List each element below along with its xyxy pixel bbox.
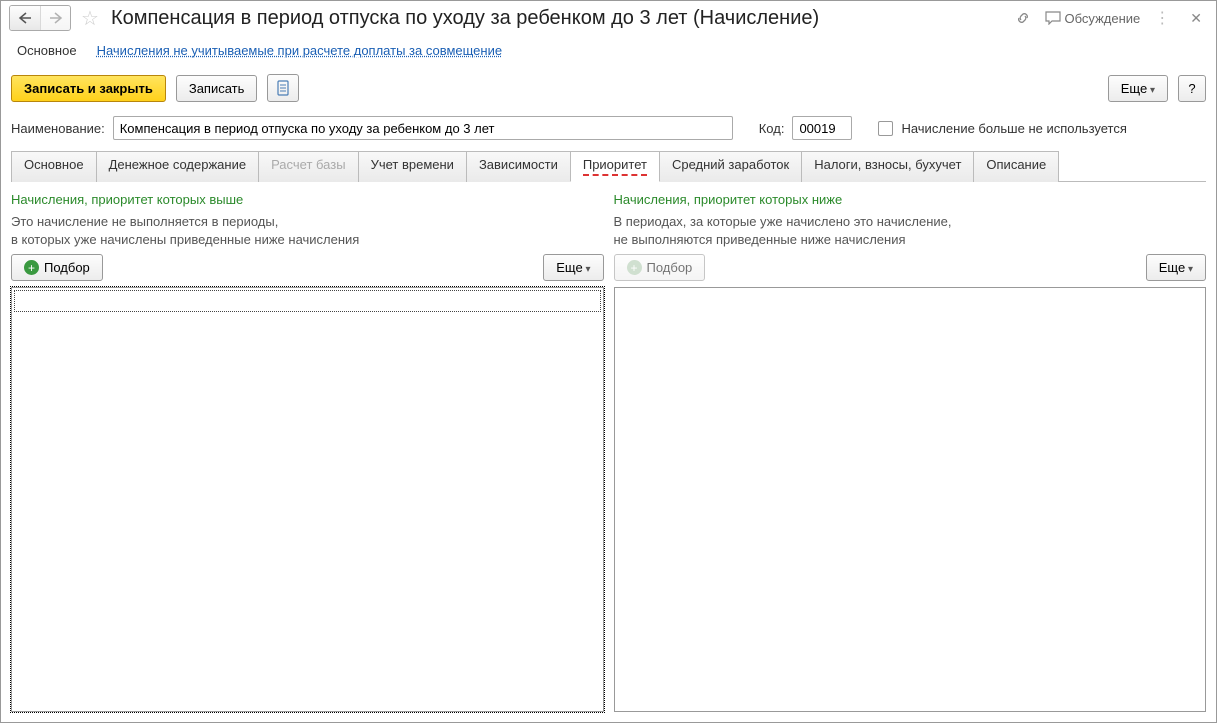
tab-priority[interactable]: Приоритет (570, 151, 660, 182)
higher-more-button[interactable]: Еще (543, 254, 603, 281)
help-button[interactable]: ? (1178, 75, 1206, 102)
lower-pick-button: + Подбор (614, 254, 706, 281)
lower-priority-list[interactable] (614, 287, 1207, 712)
tab-main[interactable]: Основное (11, 151, 97, 182)
toolbar: Записать и закрыть Записать Еще ? (1, 70, 1216, 110)
nav-back-button[interactable] (10, 6, 40, 30)
discussion-label: Обсуждение (1065, 11, 1141, 26)
code-label: Код: (759, 121, 785, 136)
tab-description[interactable]: Описание (973, 151, 1059, 182)
lower-more-button[interactable]: Еще (1146, 254, 1206, 281)
higher-pick-button[interactable]: + Подбор (11, 254, 103, 281)
priority-content: Начисления, приоритет которых выше Это н… (1, 182, 1216, 722)
toolbar-more-button[interactable]: Еще (1108, 75, 1168, 102)
page-title: Компенсация в период отпуска по уходу за… (111, 7, 1009, 30)
link-icon[interactable] (1015, 10, 1031, 26)
tab-base-calc: Расчет базы (258, 151, 359, 182)
favorite-star-icon[interactable]: ☆ (81, 6, 99, 31)
save-button[interactable]: Записать (176, 75, 258, 102)
close-button[interactable]: ✕ (1184, 10, 1208, 27)
subnav: Основное Начисления не учитываемые при р… (1, 35, 1216, 70)
app-window: ☆ Компенсация в период отпуска по уходу … (0, 0, 1217, 723)
name-field[interactable] (113, 116, 733, 140)
deprecated-label: Начисление больше не используется (901, 121, 1126, 136)
higher-priority-panel: Начисления, приоритет которых выше Это н… (11, 192, 604, 712)
lower-priority-toolbar: + Подбор Еще (614, 254, 1207, 281)
arrow-right-icon (49, 12, 63, 24)
chat-icon (1045, 11, 1061, 25)
code-field[interactable] (792, 116, 852, 140)
lower-priority-desc: В периодах, за которые уже начислено это… (614, 213, 1207, 248)
kebab-menu-icon[interactable]: ⋮ (1154, 8, 1170, 28)
nav-forward-button (40, 6, 70, 30)
higher-priority-list[interactable] (11, 287, 604, 712)
form-row: Наименование: Код: Начисление больше не … (1, 110, 1216, 150)
plus-icon: + (24, 260, 39, 275)
higher-priority-toolbar: + Подбор Еще (11, 254, 604, 281)
subnav-main[interactable]: Основное (17, 43, 77, 58)
tab-taxes-accounting[interactable]: Налоги, взносы, бухучет (801, 151, 974, 182)
tab-dependencies[interactable]: Зависимости (466, 151, 571, 182)
tab-time-tracking[interactable]: Учет времени (358, 151, 467, 182)
nav-buttons (9, 5, 71, 31)
name-label: Наименование: (11, 121, 105, 136)
tab-money-content[interactable]: Денежное содержание (96, 151, 259, 182)
titlebar: ☆ Компенсация в период отпуска по уходу … (1, 1, 1216, 35)
deprecated-checkbox[interactable] (878, 121, 893, 136)
document-icon (276, 80, 290, 96)
lower-priority-title: Начисления, приоритет которых ниже (614, 192, 1207, 207)
arrow-left-icon (18, 12, 32, 24)
lower-priority-panel: Начисления, приоритет которых ниже В пер… (614, 192, 1207, 712)
plus-icon: + (627, 260, 642, 275)
subnav-extra-link[interactable]: Начисления не учитываемые при расчете до… (97, 43, 503, 58)
tab-average-earnings[interactable]: Средний заработок (659, 151, 802, 182)
discussion-button[interactable]: Обсуждение (1045, 11, 1141, 26)
save-and-close-button[interactable]: Записать и закрыть (11, 75, 166, 102)
tabs: Основное Денежное содержание Расчет базы… (11, 150, 1206, 182)
higher-priority-title: Начисления, приоритет которых выше (11, 192, 604, 207)
higher-priority-desc: Это начисление не выполняется в периоды,… (11, 213, 604, 248)
list-item[interactable] (14, 290, 601, 312)
document-properties-button[interactable] (267, 74, 299, 102)
title-actions: Обсуждение ⋮ ✕ (1015, 8, 1208, 28)
